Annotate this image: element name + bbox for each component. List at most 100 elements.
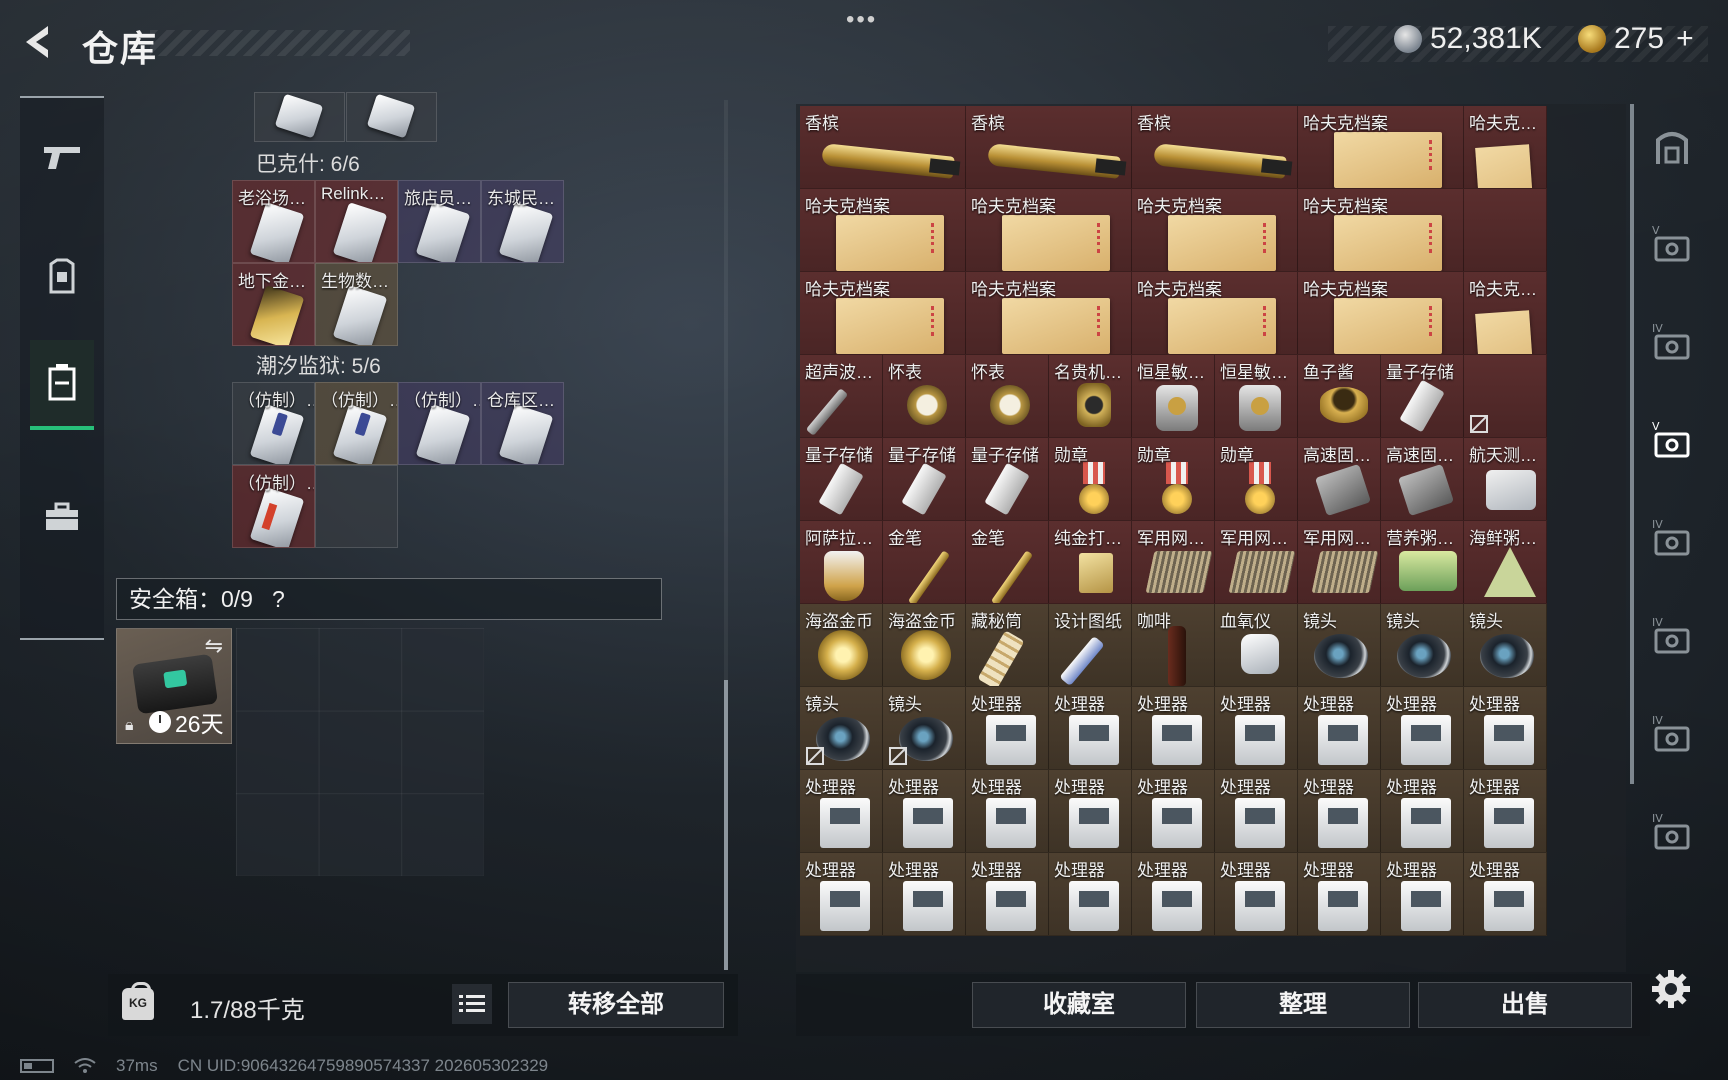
sell-button[interactable]: 出售 bbox=[1418, 982, 1632, 1028]
warehouse-item[interactable]: 军用网… bbox=[1215, 521, 1298, 604]
storage-tab-iv5[interactable]: IV bbox=[1642, 802, 1702, 862]
warehouse-item[interactable]: 海盗金币 bbox=[800, 604, 883, 687]
warehouse-item[interactable]: 名贵机… bbox=[1049, 355, 1132, 438]
warehouse-item[interactable]: 处理器 bbox=[800, 770, 883, 853]
storage-tab-main[interactable] bbox=[1642, 116, 1702, 176]
warehouse-item[interactable] bbox=[1464, 355, 1547, 438]
keycard-slot[interactable]: 旅店员… bbox=[398, 180, 481, 263]
keycard-slot[interactable]: （仿制）… bbox=[232, 382, 315, 465]
equipped-scroll-thumb[interactable] bbox=[724, 680, 728, 970]
warehouse-item[interactable]: 金笔 bbox=[883, 521, 966, 604]
warehouse-item[interactable]: 处理器 bbox=[1464, 853, 1547, 936]
warehouse-item[interactable]: 镜头 bbox=[883, 687, 966, 770]
warehouse-item[interactable]: 哈夫克… bbox=[1464, 272, 1547, 355]
warehouse-item[interactable]: 哈夫克档案 bbox=[800, 272, 966, 355]
warehouse-item[interactable]: 香槟 bbox=[966, 106, 1132, 189]
warehouse-item[interactable] bbox=[1464, 189, 1547, 272]
keycard-slot[interactable]: （仿制）… bbox=[232, 465, 315, 548]
warehouse-item[interactable]: 处理器 bbox=[1132, 687, 1215, 770]
warehouse-item[interactable]: 处理器 bbox=[1381, 853, 1464, 936]
warehouse-item[interactable]: 超声波… bbox=[800, 355, 883, 438]
warehouse-item[interactable]: 处理器 bbox=[1298, 770, 1381, 853]
warehouse-item[interactable]: 处理器 bbox=[1215, 853, 1298, 936]
keycard-slot[interactable]: 生物数… bbox=[315, 263, 398, 346]
warehouse-item[interactable]: 怀表 bbox=[883, 355, 966, 438]
warehouse-item[interactable]: 高速固… bbox=[1298, 438, 1381, 521]
warehouse-item[interactable]: 海鲜粥… bbox=[1464, 521, 1547, 604]
warehouse-item[interactable]: 处理器 bbox=[1381, 687, 1464, 770]
warehouse-item[interactable]: 处理器 bbox=[966, 770, 1049, 853]
safe-box-grid[interactable] bbox=[236, 628, 484, 876]
warehouse-item[interactable]: 处理器 bbox=[966, 687, 1049, 770]
warehouse-item[interactable]: 勋章 bbox=[1132, 438, 1215, 521]
storage-tab-iv1[interactable]: IV bbox=[1642, 312, 1702, 372]
warehouse-item[interactable]: 处理器 bbox=[883, 853, 966, 936]
swap-icon[interactable]: ⇋ bbox=[205, 633, 223, 659]
safe-box-container[interactable]: ⇋ 🔒︎ 26天 bbox=[116, 628, 232, 744]
warehouse-item[interactable]: 处理器 bbox=[1215, 770, 1298, 853]
warehouse-item[interactable]: 怀表 bbox=[966, 355, 1049, 438]
warehouse-item[interactable]: 处理器 bbox=[1464, 687, 1547, 770]
warehouse-item[interactable]: 藏秘筒 bbox=[966, 604, 1049, 687]
warehouse-scroll-thumb[interactable] bbox=[1630, 104, 1634, 784]
warehouse-item[interactable]: 航天测… bbox=[1464, 438, 1547, 521]
warehouse-item[interactable]: 处理器 bbox=[1298, 687, 1381, 770]
keycard-slot[interactable]: （仿制）… bbox=[398, 382, 481, 465]
warehouse-item[interactable]: 鱼子酱 bbox=[1298, 355, 1381, 438]
warehouse-item[interactable]: 处理器 bbox=[1464, 770, 1547, 853]
equipped-slot-partial[interactable] bbox=[254, 92, 345, 142]
warehouse-item[interactable]: 勋章 bbox=[1049, 438, 1132, 521]
menu-dots-button[interactable]: ••• bbox=[846, 6, 877, 34]
nav-weapon[interactable] bbox=[30, 112, 94, 202]
warehouse-item[interactable]: 哈夫克档案 bbox=[1132, 272, 1298, 355]
warehouse-item[interactable]: 军用网… bbox=[1298, 521, 1381, 604]
warehouse-item[interactable]: 香槟 bbox=[1132, 106, 1298, 189]
settings-button[interactable] bbox=[1650, 968, 1692, 1010]
back-button[interactable] bbox=[20, 22, 60, 62]
warehouse-item[interactable]: 处理器 bbox=[883, 770, 966, 853]
storage-tab-iv4[interactable]: IV bbox=[1642, 704, 1702, 764]
warehouse-item[interactable]: 量子存储 bbox=[966, 438, 1049, 521]
warehouse-item[interactable]: 哈夫克档案 bbox=[1298, 106, 1464, 189]
gold-currency[interactable]: 275 + bbox=[1578, 22, 1694, 56]
warehouse-item[interactable]: 军用网… bbox=[1132, 521, 1215, 604]
warehouse-item[interactable]: 海盗金币 bbox=[883, 604, 966, 687]
keycard-slot[interactable] bbox=[315, 465, 398, 548]
warehouse-item[interactable]: 营养粥… bbox=[1381, 521, 1464, 604]
nav-container[interactable] bbox=[30, 340, 94, 430]
warehouse-item[interactable]: 哈夫克… bbox=[1464, 106, 1547, 189]
equipped-scrollbar[interactable] bbox=[724, 100, 728, 970]
keycard-slot[interactable]: 老浴场… bbox=[232, 180, 315, 263]
warehouse-item[interactable]: 哈夫克档案 bbox=[1132, 189, 1298, 272]
warehouse-item[interactable]: 纯金打… bbox=[1049, 521, 1132, 604]
warehouse-item[interactable]: 恒星敏… bbox=[1132, 355, 1215, 438]
transfer-all-button[interactable]: 转移全部 bbox=[508, 982, 724, 1028]
warehouse-item[interactable]: 镜头 bbox=[1381, 604, 1464, 687]
storage-tab-iv3[interactable]: IV bbox=[1642, 606, 1702, 666]
warehouse-item[interactable]: 处理器 bbox=[1381, 770, 1464, 853]
warehouse-item[interactable]: 高速固… bbox=[1381, 438, 1464, 521]
organize-button[interactable]: 整理 bbox=[1196, 982, 1410, 1028]
warehouse-item[interactable]: 哈夫克档案 bbox=[966, 189, 1132, 272]
keycard-slot[interactable]: 东城民… bbox=[481, 180, 564, 263]
keycard-slot[interactable]: 地下金… bbox=[232, 263, 315, 346]
warehouse-item[interactable]: 量子存储 bbox=[883, 438, 966, 521]
warehouse-item[interactable]: 咖啡 bbox=[1132, 604, 1215, 687]
warehouse-item[interactable]: 镜头 bbox=[1464, 604, 1547, 687]
warehouse-item[interactable]: 哈夫克档案 bbox=[800, 189, 966, 272]
warehouse-item[interactable]: 处理器 bbox=[800, 853, 883, 936]
storage-tab-v2[interactable]: V bbox=[1642, 410, 1702, 470]
warehouse-item[interactable]: 哈夫克档案 bbox=[1298, 189, 1464, 272]
warehouse-item[interactable]: 量子存储 bbox=[800, 438, 883, 521]
warehouse-item[interactable]: 哈夫克档案 bbox=[1298, 272, 1464, 355]
warehouse-item[interactable]: 处理器 bbox=[1049, 853, 1132, 936]
warehouse-item[interactable]: 镜头 bbox=[800, 687, 883, 770]
warehouse-item[interactable]: 哈夫克档案 bbox=[966, 272, 1132, 355]
warehouse-item[interactable]: 血氧仪 bbox=[1215, 604, 1298, 687]
warehouse-item[interactable]: 处理器 bbox=[1298, 853, 1381, 936]
warehouse-item[interactable]: 处理器 bbox=[1132, 770, 1215, 853]
help-icon[interactable]: ? bbox=[267, 579, 289, 619]
warehouse-item[interactable]: 处理器 bbox=[966, 853, 1049, 936]
warehouse-item[interactable]: 勋章 bbox=[1215, 438, 1298, 521]
warehouse-item[interactable]: 金笔 bbox=[966, 521, 1049, 604]
